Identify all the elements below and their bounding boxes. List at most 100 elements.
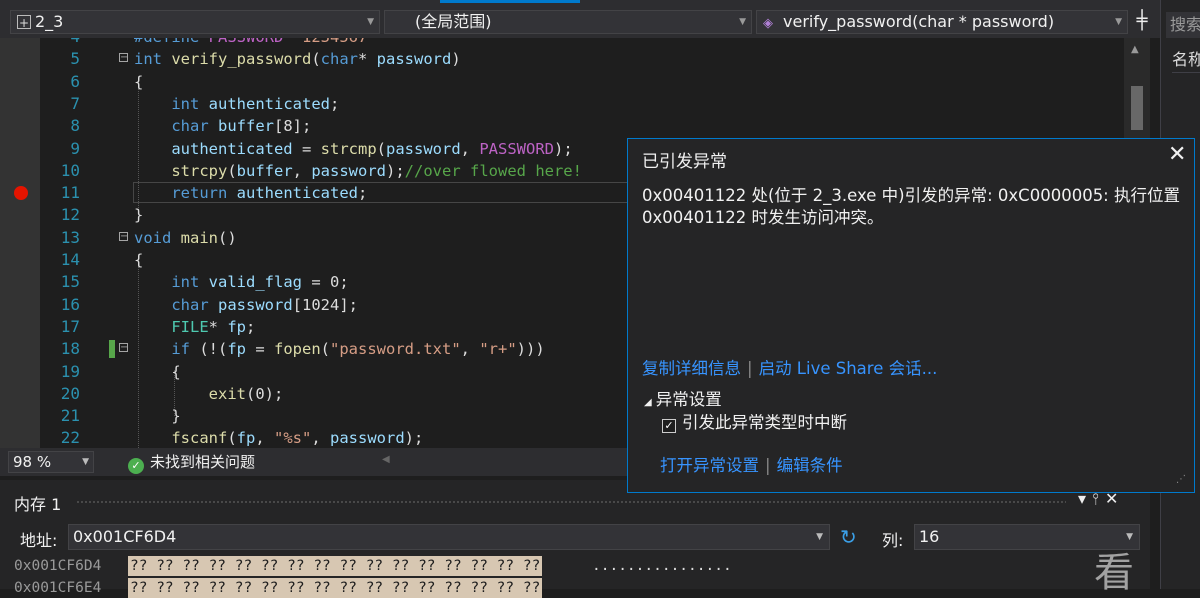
line-number: 18: [60, 339, 80, 359]
code-line[interactable]: 4 #define PASSWORD "1234567": [0, 38, 1150, 48]
memory-ascii: ................: [592, 558, 732, 574]
change-marker: [109, 340, 115, 359]
line-number: 10: [60, 160, 80, 180]
memory-row[interactable]: 0x001CF6E4 ?? ?? ?? ?? ?? ?? ?? ?? ?? ?? …: [14, 578, 543, 598]
project-icon: [17, 12, 31, 33]
line-number: 12: [60, 205, 80, 225]
memory-address: 0x001CF6D4: [14, 558, 102, 574]
exception-settings-label: 异常设置: [655, 390, 722, 409]
line-number: 13: [60, 227, 80, 247]
code-text: char password[1024];: [171, 295, 358, 314]
panel-name-header[interactable]: 名称: [1172, 48, 1200, 73]
exception-message: 0x00401122 处(位于 2_3.exe 中)引发的异常: 0xC0000…: [642, 186, 1180, 227]
code-text: strcpy(buffer, password);//over flowed h…: [171, 161, 582, 180]
code-line[interactable]: 5 − int verify_password(char* password): [0, 48, 1150, 70]
address-input[interactable]: 0x001CF6D4 ▼: [68, 524, 830, 550]
code-line[interactable]: 6{: [0, 71, 1150, 93]
line-number: 17: [60, 316, 80, 336]
line-number: 6: [70, 71, 80, 91]
breakpoint-icon[interactable]: [14, 186, 28, 201]
zoom-dropdown[interactable]: 98 % ▼: [8, 451, 94, 473]
link-separator: |: [747, 359, 753, 378]
chevron-down-icon: ▼: [367, 17, 374, 27]
collapse-triangle-icon[interactable]: ◢: [644, 397, 652, 408]
project-dropdown[interactable]: 2_3 ▼: [10, 10, 380, 34]
checkbox-checked-icon[interactable]: ✓: [662, 419, 676, 433]
code-text: }: [134, 206, 144, 225]
check-circle-icon: ✓: [128, 458, 144, 474]
line-number: 7: [70, 93, 80, 113]
scroll-left-icon[interactable]: ◀: [382, 454, 390, 465]
memory-bytes[interactable]: ?? ?? ?? ?? ?? ?? ?? ?? ?? ?? ?? ?? ?? ?…: [128, 556, 543, 576]
line-number: 14: [60, 250, 80, 269]
issues-indicator[interactable]: ✓ 未找到相关问题: [128, 452, 255, 474]
chevron-down-icon: ▼: [1115, 17, 1122, 27]
memory-address: 0x001CF6E4: [14, 580, 102, 596]
link-separator: |: [765, 456, 771, 475]
issues-label: 未找到相关问题: [150, 453, 256, 471]
open-exception-settings-link[interactable]: 打开异常设置: [660, 456, 759, 475]
code-text: fscanf(fp, "%s", password);: [171, 429, 424, 448]
column-value: 16: [919, 527, 940, 546]
code-text: #define PASSWORD "1234567": [134, 38, 377, 48]
code-text: {: [134, 72, 144, 91]
zoom-label: 98 %: [13, 453, 52, 471]
exception-settings-links: 打开异常设置 | 编辑条件: [660, 452, 843, 476]
line-number: 9: [70, 138, 80, 158]
resize-grip-icon[interactable]: ⋰: [1176, 474, 1186, 485]
line-number: 4: [40, 38, 80, 48]
line-number: 5: [70, 49, 80, 69]
chevron-down-icon: ▼: [739, 17, 746, 27]
function-label: verify_password(char * password): [783, 12, 1055, 31]
panel-search-input[interactable]: 搜索: [1166, 12, 1200, 38]
fold-toggle-icon[interactable]: −: [119, 53, 128, 63]
line-number: 22: [60, 428, 80, 448]
method-icon: ◈: [763, 16, 773, 31]
memory-bytes[interactable]: ?? ?? ?? ?? ?? ?? ?? ?? ?? ?? ?? ?? ?? ?…: [128, 578, 543, 598]
edit-conditions-link[interactable]: 编辑条件: [777, 456, 843, 475]
checkbox-label: 引发此异常类型时中断: [682, 413, 847, 432]
function-dropdown[interactable]: ◈ verify_password(char * password) ▼: [756, 10, 1128, 34]
start-live-share-link[interactable]: 启动 Live Share 会话...: [759, 359, 938, 378]
line-number: 16: [60, 294, 80, 314]
scope-label: (全局范围): [415, 12, 492, 31]
refresh-icon[interactable]: ↻: [840, 524, 857, 550]
chevron-down-icon: ▼: [816, 532, 823, 542]
column-label: 列:: [882, 531, 904, 550]
line-number: 15: [60, 272, 80, 292]
code-text: authenticated = strcmp(password, PASSWOR…: [171, 139, 573, 158]
memory-row[interactable]: 0x001CF6D4 ?? ?? ?? ?? ?? ?? ?? ?? ?? ?? …: [14, 556, 732, 576]
panel-drag-handle[interactable]: [76, 500, 1066, 505]
code-text: exit(0);: [208, 384, 284, 403]
line-number: 21: [60, 406, 80, 426]
memory-panel-title[interactable]: 内存 1: [14, 491, 61, 515]
break-on-exception-checkbox[interactable]: ✓ 引发此异常类型时中断: [662, 409, 847, 433]
line-number: 11: [60, 183, 80, 203]
address-value: 0x001CF6D4: [73, 527, 177, 546]
code-text: FILE* fp;: [171, 317, 256, 336]
fold-toggle-icon[interactable]: −: [119, 231, 128, 241]
fold-toggle-icon[interactable]: −: [119, 343, 128, 353]
close-icon[interactable]: ✕: [1168, 142, 1186, 167]
code-text: if (!(fp = fopen("password.txt", "r+"))): [171, 340, 545, 359]
code-line[interactable]: 8 char buffer[8];: [0, 115, 1150, 137]
code-text: {: [134, 362, 181, 381]
scroll-up-icon[interactable]: ▲: [1131, 44, 1139, 55]
code-text: return authenticated;: [171, 184, 368, 203]
line-number: 8: [70, 116, 80, 136]
copy-details-link[interactable]: 复制详细信息: [642, 359, 741, 378]
code-text: {: [134, 251, 144, 269]
exception-links: 复制详细信息 | 启动 Live Share 会话...: [642, 355, 937, 379]
split-editor-button[interactable]: ╪: [1130, 10, 1154, 34]
code-line[interactable]: 7 int authenticated;: [0, 93, 1150, 115]
line-number: 19: [60, 361, 80, 381]
line-number: 20: [60, 383, 80, 403]
scope-dropdown[interactable]: (全局范围) ▼: [384, 10, 752, 34]
code-text: }: [134, 407, 181, 426]
exception-settings-header[interactable]: ◢ 异常设置: [644, 386, 722, 410]
code-text: void main(): [134, 228, 237, 247]
code-text: int authenticated;: [171, 94, 340, 113]
exception-title: 已引发异常: [642, 152, 727, 172]
project-label: 2_3: [35, 12, 64, 31]
scroll-thumb[interactable]: [1131, 86, 1143, 130]
